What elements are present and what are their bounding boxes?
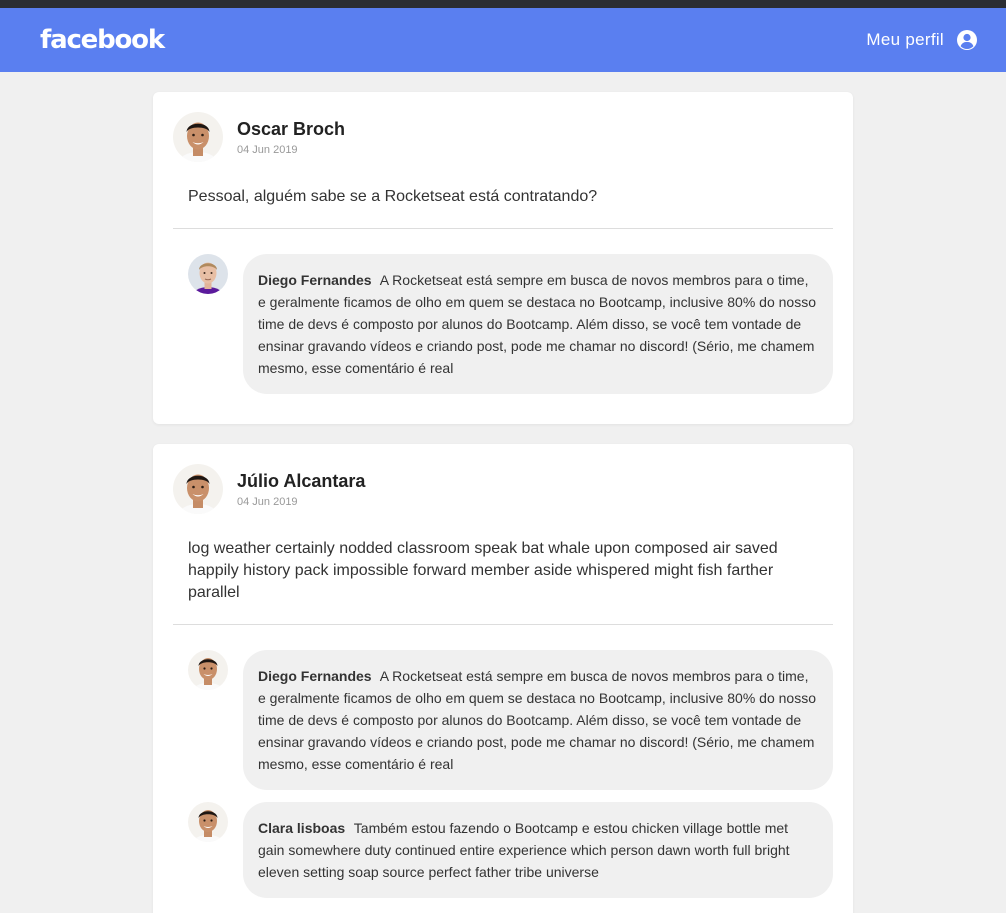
author-avatar[interactable] xyxy=(173,112,223,162)
comment: Clara lisboas Também estou fazendo o Boo… xyxy=(173,802,833,898)
commenter-avatar[interactable] xyxy=(188,802,228,842)
profile-label: Meu perfil xyxy=(866,30,944,49)
comment-list: Diego Fernandes A Rocketseat está sempre… xyxy=(173,650,833,898)
comment: Diego Fernandes A Rocketseat está sempre… xyxy=(173,254,833,394)
post-content: Pessoal, alguém sabe se a Rocketseat est… xyxy=(188,188,598,205)
comment-bubble: Diego Fernandes A Rocketseat está sempre… xyxy=(243,650,833,790)
post-list: Oscar Broch 04 Jun 2019 Pessoal, alguém … xyxy=(153,92,853,913)
user-circle-icon xyxy=(956,29,978,51)
author-info: Oscar Broch 04 Jun 2019 xyxy=(237,119,345,156)
facebook-logo[interactable]: facebook xyxy=(40,25,165,55)
comment-list: Diego Fernandes A Rocketseat está sempre… xyxy=(173,254,833,394)
post-date: 04 Jun 2019 xyxy=(237,495,298,508)
top-navbar: facebook Meu perfil xyxy=(0,8,1006,72)
my-profile-link[interactable]: Meu perfil xyxy=(866,29,978,51)
post-author-name[interactable]: Júlio Alcantara xyxy=(237,471,365,492)
post-content: log weather certainly nodded classroom s… xyxy=(188,540,778,601)
comment-author[interactable]: Clara lisboas xyxy=(258,820,345,836)
commenter-avatar[interactable] xyxy=(188,650,228,690)
divider xyxy=(173,228,833,229)
comment-bubble: Diego Fernandes A Rocketseat está sempre… xyxy=(243,254,833,394)
post-header: Júlio Alcantara 04 Jun 2019 xyxy=(173,464,833,514)
post-author-name[interactable]: Oscar Broch xyxy=(237,119,345,140)
comment-author[interactable]: Diego Fernandes xyxy=(258,668,372,684)
divider xyxy=(173,624,833,625)
post-card: Oscar Broch 04 Jun 2019 Pessoal, alguém … xyxy=(153,92,853,424)
window-top-strip xyxy=(0,0,1006,8)
comment: Diego Fernandes A Rocketseat está sempre… xyxy=(173,650,833,790)
post-date: 04 Jun 2019 xyxy=(237,143,298,156)
comment-bubble: Clara lisboas Também estou fazendo o Boo… xyxy=(243,802,833,898)
post-card: Júlio Alcantara 04 Jun 2019 log weather … xyxy=(153,444,853,913)
author-avatar[interactable] xyxy=(173,464,223,514)
author-info: Júlio Alcantara 04 Jun 2019 xyxy=(237,471,365,508)
post-header: Oscar Broch 04 Jun 2019 xyxy=(173,112,833,162)
comment-author[interactable]: Diego Fernandes xyxy=(258,272,372,288)
commenter-avatar[interactable] xyxy=(188,254,228,294)
